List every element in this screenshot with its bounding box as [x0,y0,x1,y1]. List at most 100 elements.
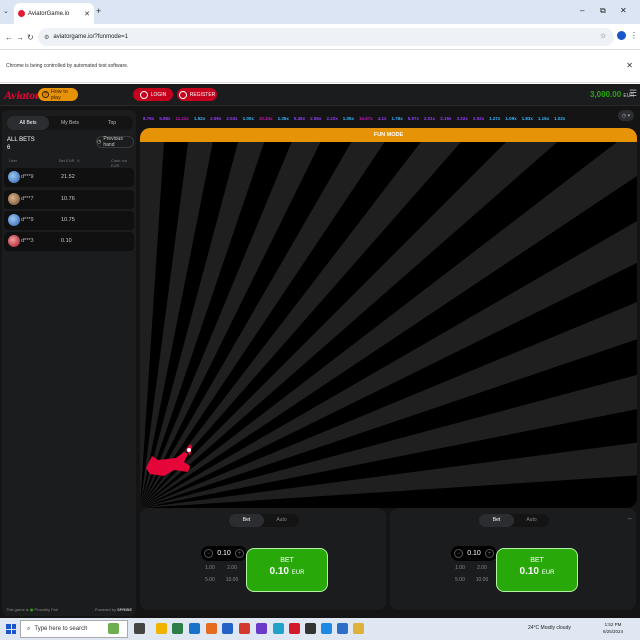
multiplier-chip: 2.19x [440,115,452,121]
quick-amount-button[interactable]: 2.00 [472,564,492,573]
register-icon [178,90,187,99]
register-label: REGISTER [189,91,216,98]
aviator-logo: Aviator [4,88,40,102]
remove-panel-icon[interactable]: – [628,514,632,523]
all-bets-label: ALL BETS [7,137,35,143]
app-icon[interactable] [273,623,284,634]
tab-auto[interactable]: Auto [264,514,299,527]
bet-amount-value[interactable]: 0.10 [467,550,481,557]
multiplier-chip: 1.15x [537,115,550,121]
app-icon[interactable] [337,623,348,634]
game-header: Aviator ? How to play LOGIN REGISTER 3,0… [0,84,640,106]
mail-icon[interactable] [222,623,233,634]
bet-amount-value[interactable]: 0.10 [217,550,231,557]
all-bets-summary: ALL BETS 6 [7,136,35,152]
address-bar-row: ← → ↻ ⚙ aviatorgame.io/?funmode=1 ☆ ⋮ [0,24,640,50]
chrome-active-icon[interactable] [353,623,364,634]
bet-row: d***7 10.76 [4,190,134,209]
app-icon[interactable] [256,623,267,634]
tab-all-bets[interactable]: All Bets [7,116,49,130]
minimize-icon[interactable]: – [580,6,584,15]
col-user: User [9,158,18,163]
close-tab-icon[interactable]: ✕ [84,10,90,18]
provably-fair-icon: ◉ [29,607,34,612]
bet-row: d***9 21.52 [4,168,134,187]
taskbar-search-placeholder: Type here to search [34,626,88,632]
browser-tab[interactable]: AviatorGame.io ✕ [14,3,94,24]
bet-amount-stepper: − 0.10 + [451,546,497,561]
file-explorer-icon[interactable] [156,623,167,634]
opera-icon[interactable] [289,623,300,634]
widgets-icon[interactable] [108,623,119,634]
tab-my-bets[interactable]: My Bets [49,116,91,130]
new-tab-icon[interactable]: + [96,6,101,16]
tab-auto[interactable]: Auto [514,514,549,527]
previous-hand-button[interactable]: ◷ Previous hand [96,136,134,148]
powered-text: Powered by [94,607,116,612]
bet-auto-toggle: Bet Auto [479,514,549,527]
url-field[interactable]: ⚙ aviatorgame.io/?funmode=1 [38,28,614,46]
bet-user: d***3 [21,238,34,244]
app-icon[interactable] [172,623,183,634]
forward-icon[interactable]: → [16,33,24,42]
chrome-icon[interactable] [239,623,250,634]
quick-amount-button[interactable]: 5.00 [200,576,220,585]
app-icon[interactable] [189,623,200,634]
login-icon [139,90,148,99]
balance-amount: 3,000.00 [590,90,622,99]
vscode-icon[interactable] [321,623,332,634]
fair-text: Provably Fair [34,607,58,612]
back-icon[interactable]: ← [5,33,13,42]
task-view-icon[interactable] [134,623,145,634]
quick-amount-button[interactable]: 2.00 [222,564,242,573]
automation-infobar: Chrome is being controlled by automated … [0,50,640,83]
quick-amount-button[interactable]: 10.00 [472,576,492,585]
multiplier-chip: 1.35x [277,115,289,121]
decrease-button[interactable]: − [454,549,463,558]
tab-search-icon[interactable]: ⌄ [3,7,9,15]
bookmark-star-icon[interactable]: ☆ [600,32,606,40]
bets-panel-footer: This game is ◉ Provably Fair Powered by … [2,604,136,616]
fun-mode-banner: FUN MODE [140,128,637,142]
bet-auto-toggle: Bet Auto [229,514,299,527]
browser-menu-icon[interactable]: ⋮ [630,31,638,40]
tab-bet[interactable]: Bet [479,514,514,527]
vlc-icon[interactable] [206,623,217,634]
quick-amount-button[interactable]: 1.00 [450,564,470,573]
reload-icon[interactable]: ↻ [27,33,34,42]
decrease-button[interactable]: − [204,549,213,558]
restore-icon[interactable]: ⧉ [600,6,606,16]
provably-fair-link[interactable]: This game is ◉ Provably Fair [6,607,58,612]
history-toggle-button[interactable]: ◷ ▾ [618,110,634,121]
multiplier-chip: 2.92x [472,115,485,121]
site-info-icon[interactable]: ⚙ [44,34,49,41]
multiplier-chip: 2.01x [424,115,436,121]
how-to-play-label: How to play [50,88,68,101]
increase-button[interactable]: + [235,549,244,558]
game-menu-icon[interactable]: ☰ [629,88,637,99]
avatar [8,171,20,183]
tab-bet[interactable]: Bet [229,514,264,527]
weather-widget[interactable]: 24°C Mostly cloudy [528,625,571,631]
increase-button[interactable]: + [485,549,494,558]
multiplier-chip: 2.59x [210,115,222,121]
windows-start-icon[interactable] [6,624,16,634]
tab-top[interactable]: Top [91,116,133,130]
infobar-close-icon[interactable]: ✕ [626,61,633,70]
bet-user: d***9 [21,217,34,223]
profile-avatar-icon[interactable] [617,31,626,40]
quick-amount-button[interactable]: 1.00 [200,564,220,573]
quick-amount-button[interactable]: 5.00 [450,576,470,585]
bet-button[interactable]: BET 0.10 EUR [496,548,578,592]
settings-icon[interactable] [305,623,316,634]
bet-amount: 0.10 [61,238,72,244]
clock[interactable]: 1:52 PM 6/25/2024 [603,621,623,635]
how-to-play-button[interactable]: ? How to play [38,88,78,101]
bet-button[interactable]: BET 0.10 EUR [246,548,328,592]
login-button[interactable]: LOGIN [133,88,173,101]
quick-amount-button[interactable]: 10.00 [222,576,242,585]
bet-user: d***9 [21,174,34,180]
register-button[interactable]: REGISTER [177,88,217,101]
close-window-icon[interactable]: ✕ [620,6,627,15]
bet-button-label: BET [280,557,294,564]
